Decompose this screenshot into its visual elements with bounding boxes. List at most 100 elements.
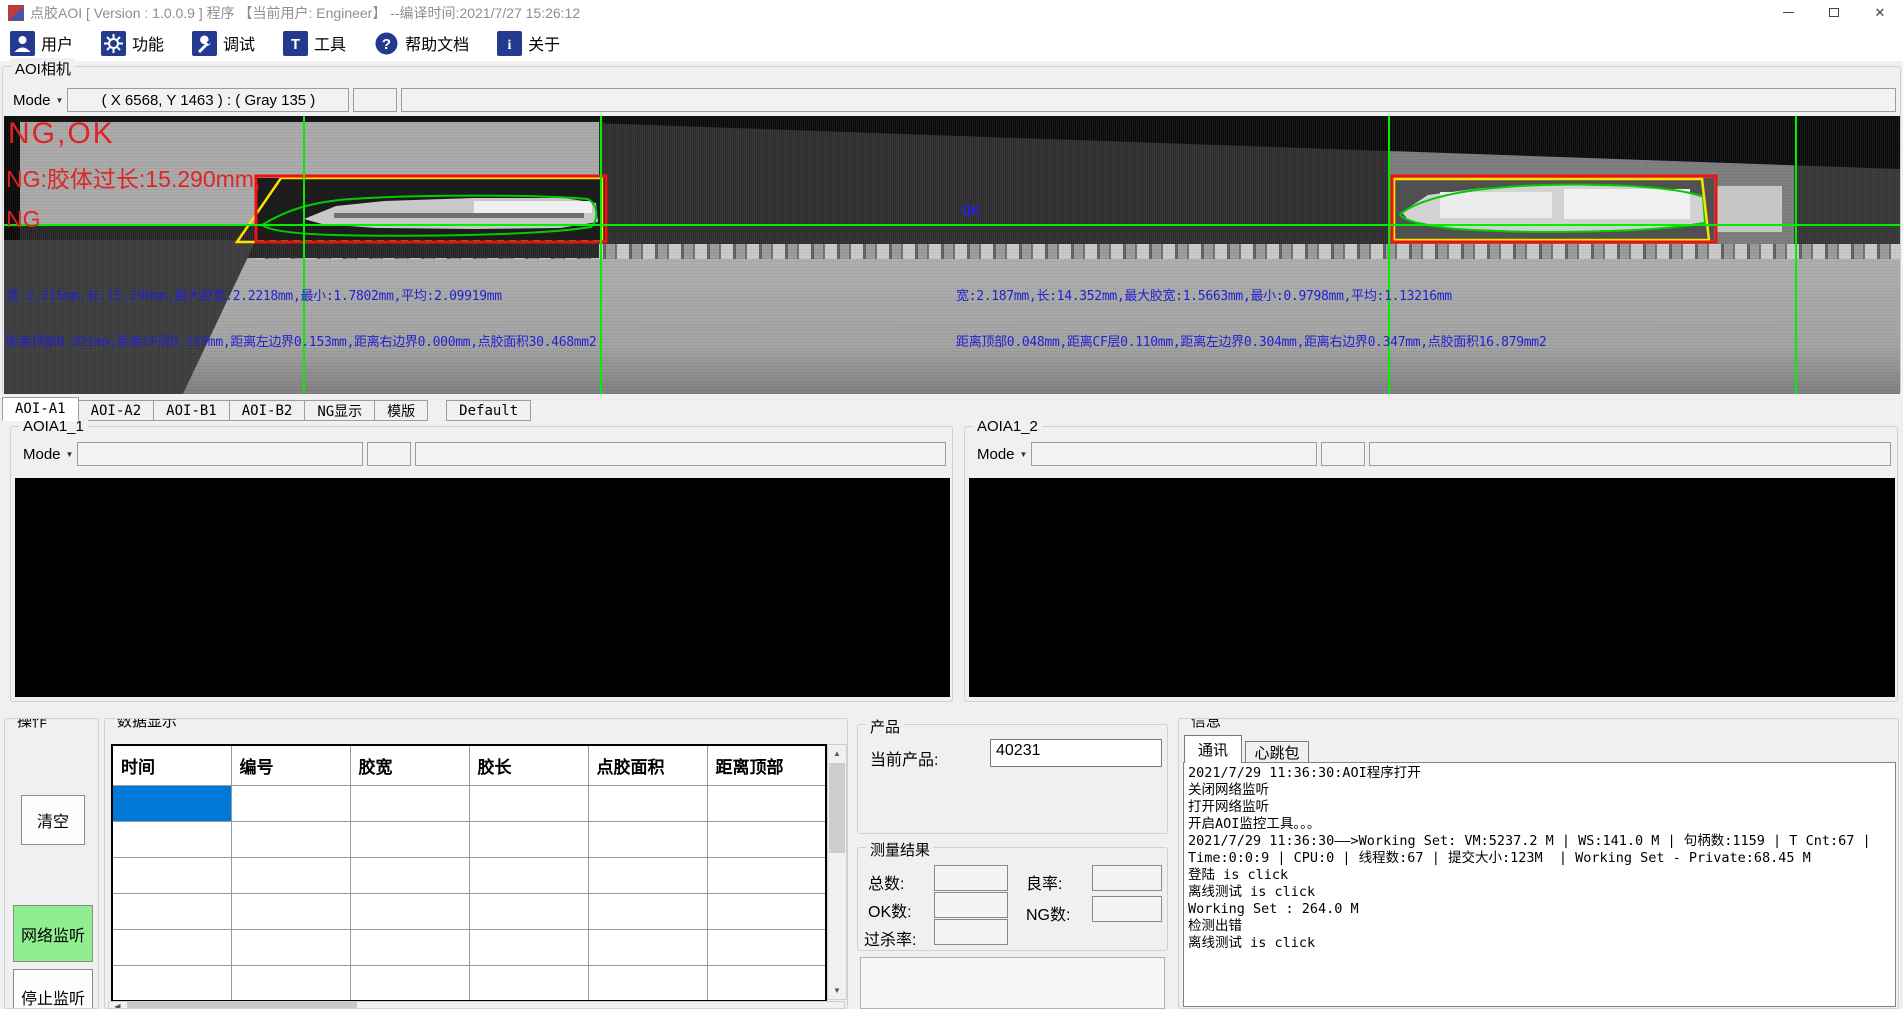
table-cell[interactable] [112,821,231,857]
current-product-field[interactable]: 40231 [990,739,1162,767]
table-cell[interactable] [469,821,588,857]
tab-aoi-b1[interactable]: AOI-B1 [154,400,230,421]
table-cell[interactable] [350,893,469,929]
table-cell[interactable] [469,965,588,1001]
minimize-button[interactable] [1765,0,1811,25]
tab-ng-display[interactable]: NG显示 [305,400,375,421]
ok-count-label: OK数: [868,898,912,922]
camera-mode-dropdown[interactable]: Mode ▼ [9,88,67,112]
table-cell[interactable] [707,821,826,857]
tab-heartbeat[interactable]: 心跳包 [1245,741,1309,763]
data-display-group-label: 数据显示 [113,718,181,731]
overkill-rate-label: 过杀率: [864,926,916,950]
column-header[interactable]: 胶宽 [350,745,469,785]
table-cell[interactable] [231,785,350,821]
ng-reason-text: NG:胶体过长:15.290mm, [6,160,260,194]
table-cell[interactable] [707,965,826,1001]
close-button[interactable]: ✕ [1857,0,1903,25]
table-cell[interactable] [112,857,231,893]
mode-label: Mode [977,446,1015,463]
maximize-button[interactable] [1811,0,1857,25]
table-cell[interactable] [469,929,588,965]
camera-view[interactable]: NG,OK NG:胶体过长:15.290mm, NG OK 宽:2.215mm,… [4,116,1900,394]
mode-label: Mode [23,446,61,463]
table-vertical-scrollbar[interactable]: ▲ ▼ [827,744,847,1000]
stop-listen-button[interactable]: 停止监听 [13,969,93,1009]
scroll-up-icon[interactable]: ▲ [828,745,846,762]
table-cell[interactable] [350,821,469,857]
operation-group-label: 操作 [13,718,51,731]
table-cell[interactable] [707,929,826,965]
table-cell[interactable] [588,857,707,893]
table-cell[interactable] [707,857,826,893]
table-cell[interactable] [112,893,231,929]
table-cell[interactable] [469,785,588,821]
subview1-field1 [77,442,363,466]
crosshair-vline [600,116,602,394]
dropdown-arrow-icon: ▼ [66,450,74,459]
column-header[interactable]: 胶长 [469,745,588,785]
table-cell[interactable] [231,857,350,893]
product-group-label: 产品 [866,716,904,737]
tab-communication[interactable]: 通讯 [1184,735,1242,763]
info-group-label: 信息 [1187,718,1225,731]
scroll-left-icon[interactable]: ◀ [109,1002,126,1009]
table-cell[interactable] [588,821,707,857]
ng-count-label: NG数: [1026,901,1070,925]
column-header[interactable]: 时间 [112,745,231,785]
table-cell[interactable] [231,821,350,857]
table-cell[interactable] [350,785,469,821]
column-header[interactable]: 编号 [231,745,350,785]
network-listen-button[interactable]: 网络监听 [13,905,93,962]
table-cell[interactable] [350,929,469,965]
scrollbar-thumb[interactable] [829,763,845,853]
title-bar: 点胶AOI [ Version : 1.0.0.9 ] 程序 【当前用户: En… [0,0,1903,25]
tab-default[interactable]: Default [446,400,531,421]
table-cell[interactable] [588,785,707,821]
toolbar-debug-button[interactable]: 调试 [192,31,255,56]
table-cell[interactable] [112,929,231,965]
tab-aoi-a2[interactable]: AOI-A2 [79,400,155,421]
table-cell[interactable] [231,965,350,1001]
current-product-label: 当前产品: [870,746,938,770]
subview2-mode-dropdown[interactable]: Mode ▼ [973,442,1031,466]
log-area[interactable]: 2021/7/29 11:36:30:AOI程序打开关闭网络监听打开网络监听开启… [1183,762,1896,1007]
table-cell[interactable] [112,785,231,821]
table-cell[interactable] [707,893,826,929]
tab-template[interactable]: 模版 [375,400,428,421]
tab-aoi-b2[interactable]: AOI-B2 [230,400,306,421]
tab-aoi-a1[interactable]: AOI-A1 [2,397,79,421]
subview2-image-area[interactable] [969,478,1895,697]
table-cell[interactable] [588,965,707,1001]
table-cell[interactable] [231,929,350,965]
yield-rate-label: 良率: [1026,870,1062,894]
table-cell[interactable] [588,929,707,965]
subview2-label: AOIA1_2 [973,418,1042,435]
column-header[interactable]: 距离顶部 [707,745,826,785]
table-cell[interactable] [707,785,826,821]
dropdown-arrow-icon: ▼ [1020,450,1028,459]
column-header[interactable]: 点胶面积 [588,745,707,785]
toolbar-about-button[interactable]: i 关于 [497,31,560,56]
table-cell[interactable] [350,857,469,893]
table-cell[interactable] [350,965,469,1001]
scrollbar-thumb[interactable] [127,1002,357,1009]
small-readout-field [353,88,397,112]
subview1-image-area[interactable] [15,478,950,697]
mode-label: Mode [13,92,51,109]
table-horizontal-scrollbar[interactable]: ◀ [108,1001,845,1009]
table-cell[interactable] [469,857,588,893]
toolbar-user-button[interactable]: 用户 [10,31,73,56]
toolbar-help-button[interactable]: ? 帮助文档 [374,31,469,56]
clear-button[interactable]: 清空 [21,795,85,845]
toolbar-tools-button[interactable]: T 工具 [283,31,346,56]
subview1-mode-dropdown[interactable]: Mode ▼ [19,442,77,466]
table-cell[interactable] [588,893,707,929]
scroll-down-icon[interactable]: ▼ [828,982,846,999]
table-cell[interactable] [469,893,588,929]
table-cell[interactable] [231,893,350,929]
pixel-readout-field: ( X 6568, Y 1463 ) : ( Gray 135 ) [67,88,349,112]
toolbar-function-button[interactable]: 功能 [101,31,164,56]
table-cell[interactable] [112,965,231,1001]
table-row [112,785,826,821]
